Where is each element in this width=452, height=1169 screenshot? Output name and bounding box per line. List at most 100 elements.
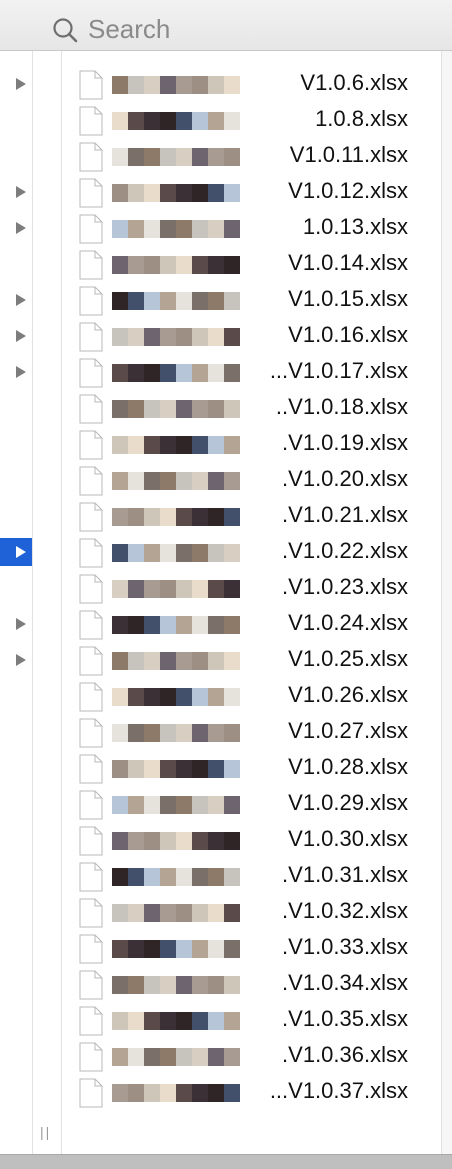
file-row[interactable]: .V1.0.32.xlsx bbox=[62, 894, 441, 930]
redacted-thumbnail bbox=[112, 1084, 240, 1102]
redacted-thumbnail bbox=[112, 868, 240, 886]
file-name: V1.0.26.xlsx bbox=[286, 682, 408, 708]
file-row[interactable]: .V1.0.20.xlsx bbox=[62, 462, 441, 498]
redacted-thumbnail bbox=[112, 940, 240, 958]
redacted-thumbnail bbox=[112, 328, 240, 346]
file-row[interactable]: V1.0.6.xlsx bbox=[62, 66, 441, 102]
column-resize-handle[interactable]: || bbox=[40, 1124, 51, 1140]
disclosure-triangle-icon[interactable] bbox=[16, 546, 26, 558]
file-row[interactable]: ..V1.0.18.xlsx bbox=[62, 390, 441, 426]
scrollbar-track[interactable] bbox=[442, 51, 452, 1154]
redacted-thumbnail bbox=[112, 724, 240, 742]
file-name: .V1.0.35.xlsx bbox=[280, 1006, 408, 1032]
file-row[interactable]: V1.0.12.xlsx bbox=[62, 174, 441, 210]
document-icon bbox=[79, 826, 103, 856]
document-icon bbox=[79, 142, 103, 172]
redacted-thumbnail bbox=[112, 652, 240, 670]
file-row[interactable]: V1.0.15.xlsx bbox=[62, 282, 441, 318]
file-row[interactable]: .V1.0.22.xlsx bbox=[62, 534, 441, 570]
search-icon[interactable] bbox=[52, 17, 78, 43]
file-row[interactable]: V1.0.16.xlsx bbox=[62, 318, 441, 354]
file-row[interactable]: V1.0.27.xlsx bbox=[62, 714, 441, 750]
file-row[interactable]: V1.0.29.xlsx bbox=[62, 786, 441, 822]
disclosure-triangle-icon[interactable] bbox=[16, 330, 26, 342]
redacted-thumbnail bbox=[112, 400, 240, 418]
disclosure-triangle-icon[interactable] bbox=[16, 294, 26, 306]
file-name: .V1.0.31.xlsx bbox=[280, 862, 408, 888]
file-row[interactable]: V1.0.14.xlsx bbox=[62, 246, 441, 282]
redacted-thumbnail bbox=[112, 436, 240, 454]
file-name: ...V1.0.17.xlsx bbox=[267, 358, 408, 384]
status-bar bbox=[0, 1154, 452, 1169]
file-row[interactable]: 1.0.13.xlsx bbox=[62, 210, 441, 246]
redacted-thumbnail bbox=[112, 796, 240, 814]
file-name: V1.0.11.xlsx bbox=[287, 142, 408, 168]
redacted-thumbnail bbox=[112, 472, 240, 490]
document-icon bbox=[79, 718, 103, 748]
file-name: .V1.0.22.xlsx bbox=[280, 538, 408, 564]
document-icon bbox=[79, 178, 103, 208]
file-name: .V1.0.20.xlsx bbox=[280, 466, 408, 492]
redacted-thumbnail bbox=[112, 148, 240, 166]
file-name: V1.0.16.xlsx bbox=[286, 322, 408, 348]
file-row[interactable]: V1.0.24.xlsx bbox=[62, 606, 441, 642]
disclosure-triangle-icon[interactable] bbox=[16, 654, 26, 666]
file-row[interactable]: ...V1.0.37.xlsx bbox=[62, 1074, 441, 1110]
file-row[interactable]: ...V1.0.17.xlsx bbox=[62, 354, 441, 390]
document-icon bbox=[79, 70, 103, 100]
file-row[interactable]: .V1.0.34.xlsx bbox=[62, 966, 441, 1002]
file-row[interactable]: .V1.0.31.xlsx bbox=[62, 858, 441, 894]
column-divider[interactable] bbox=[32, 51, 33, 1154]
file-row[interactable]: .V1.0.21.xlsx bbox=[62, 498, 441, 534]
redacted-thumbnail bbox=[112, 832, 240, 850]
disclosure-triangle-icon[interactable] bbox=[16, 78, 26, 90]
file-name: V1.0.29.xlsx bbox=[286, 790, 408, 816]
file-row[interactable]: V1.0.28.xlsx bbox=[62, 750, 441, 786]
file-name: .V1.0.32.xlsx bbox=[280, 898, 408, 924]
file-row[interactable]: .V1.0.35.xlsx bbox=[62, 1002, 441, 1038]
document-icon bbox=[79, 790, 103, 820]
document-icon bbox=[79, 250, 103, 280]
document-icon bbox=[79, 862, 103, 892]
toolbar: Search bbox=[0, 0, 452, 51]
redacted-thumbnail bbox=[112, 184, 240, 202]
search-input[interactable]: Search bbox=[88, 14, 170, 45]
file-row[interactable]: V1.0.30.xlsx bbox=[62, 822, 441, 858]
file-row[interactable]: .V1.0.33.xlsx bbox=[62, 930, 441, 966]
file-row[interactable]: V1.0.11.xlsx bbox=[62, 138, 441, 174]
file-name: V1.0.12.xlsx bbox=[286, 178, 408, 204]
file-name: V1.0.24.xlsx bbox=[286, 610, 408, 636]
disclosure-triangle-icon[interactable] bbox=[16, 222, 26, 234]
disclosure-triangle-icon[interactable] bbox=[16, 186, 26, 198]
file-name: .V1.0.36.xlsx bbox=[280, 1042, 408, 1068]
file-row[interactable]: .V1.0.23.xlsx bbox=[62, 570, 441, 606]
file-name: .V1.0.33.xlsx bbox=[280, 934, 408, 960]
document-icon bbox=[79, 970, 103, 1000]
document-icon bbox=[79, 1006, 103, 1036]
document-icon bbox=[79, 574, 103, 604]
file-row[interactable]: .V1.0.36.xlsx bbox=[62, 1038, 441, 1074]
document-icon bbox=[79, 610, 103, 640]
file-row[interactable]: 1.0.8.xlsx bbox=[62, 102, 441, 138]
document-icon bbox=[79, 898, 103, 928]
disclosure-triangle-icon[interactable] bbox=[16, 618, 26, 630]
document-icon bbox=[79, 754, 103, 784]
document-icon bbox=[79, 214, 103, 244]
file-row[interactable]: .V1.0.19.xlsx bbox=[62, 426, 441, 462]
file-name: V1.0.14.xlsx bbox=[286, 250, 408, 276]
document-icon bbox=[79, 358, 103, 388]
file-row[interactable]: V1.0.26.xlsx bbox=[62, 678, 441, 714]
disclosure-triangle-icon[interactable] bbox=[16, 366, 26, 378]
left-column bbox=[0, 51, 32, 1154]
document-icon bbox=[79, 538, 103, 568]
file-name: V1.0.30.xlsx bbox=[286, 826, 408, 852]
redacted-thumbnail bbox=[112, 976, 240, 994]
redacted-thumbnail bbox=[112, 256, 240, 274]
file-row[interactable]: V1.0.25.xlsx bbox=[62, 642, 441, 678]
file-name: .V1.0.23.xlsx bbox=[280, 574, 408, 600]
file-name: 1.0.13.xlsx bbox=[300, 214, 408, 240]
file-name: .V1.0.19.xlsx bbox=[280, 430, 408, 456]
redacted-thumbnail bbox=[112, 112, 240, 130]
redacted-thumbnail bbox=[112, 76, 240, 94]
file-name: ..V1.0.18.xlsx bbox=[273, 394, 408, 420]
